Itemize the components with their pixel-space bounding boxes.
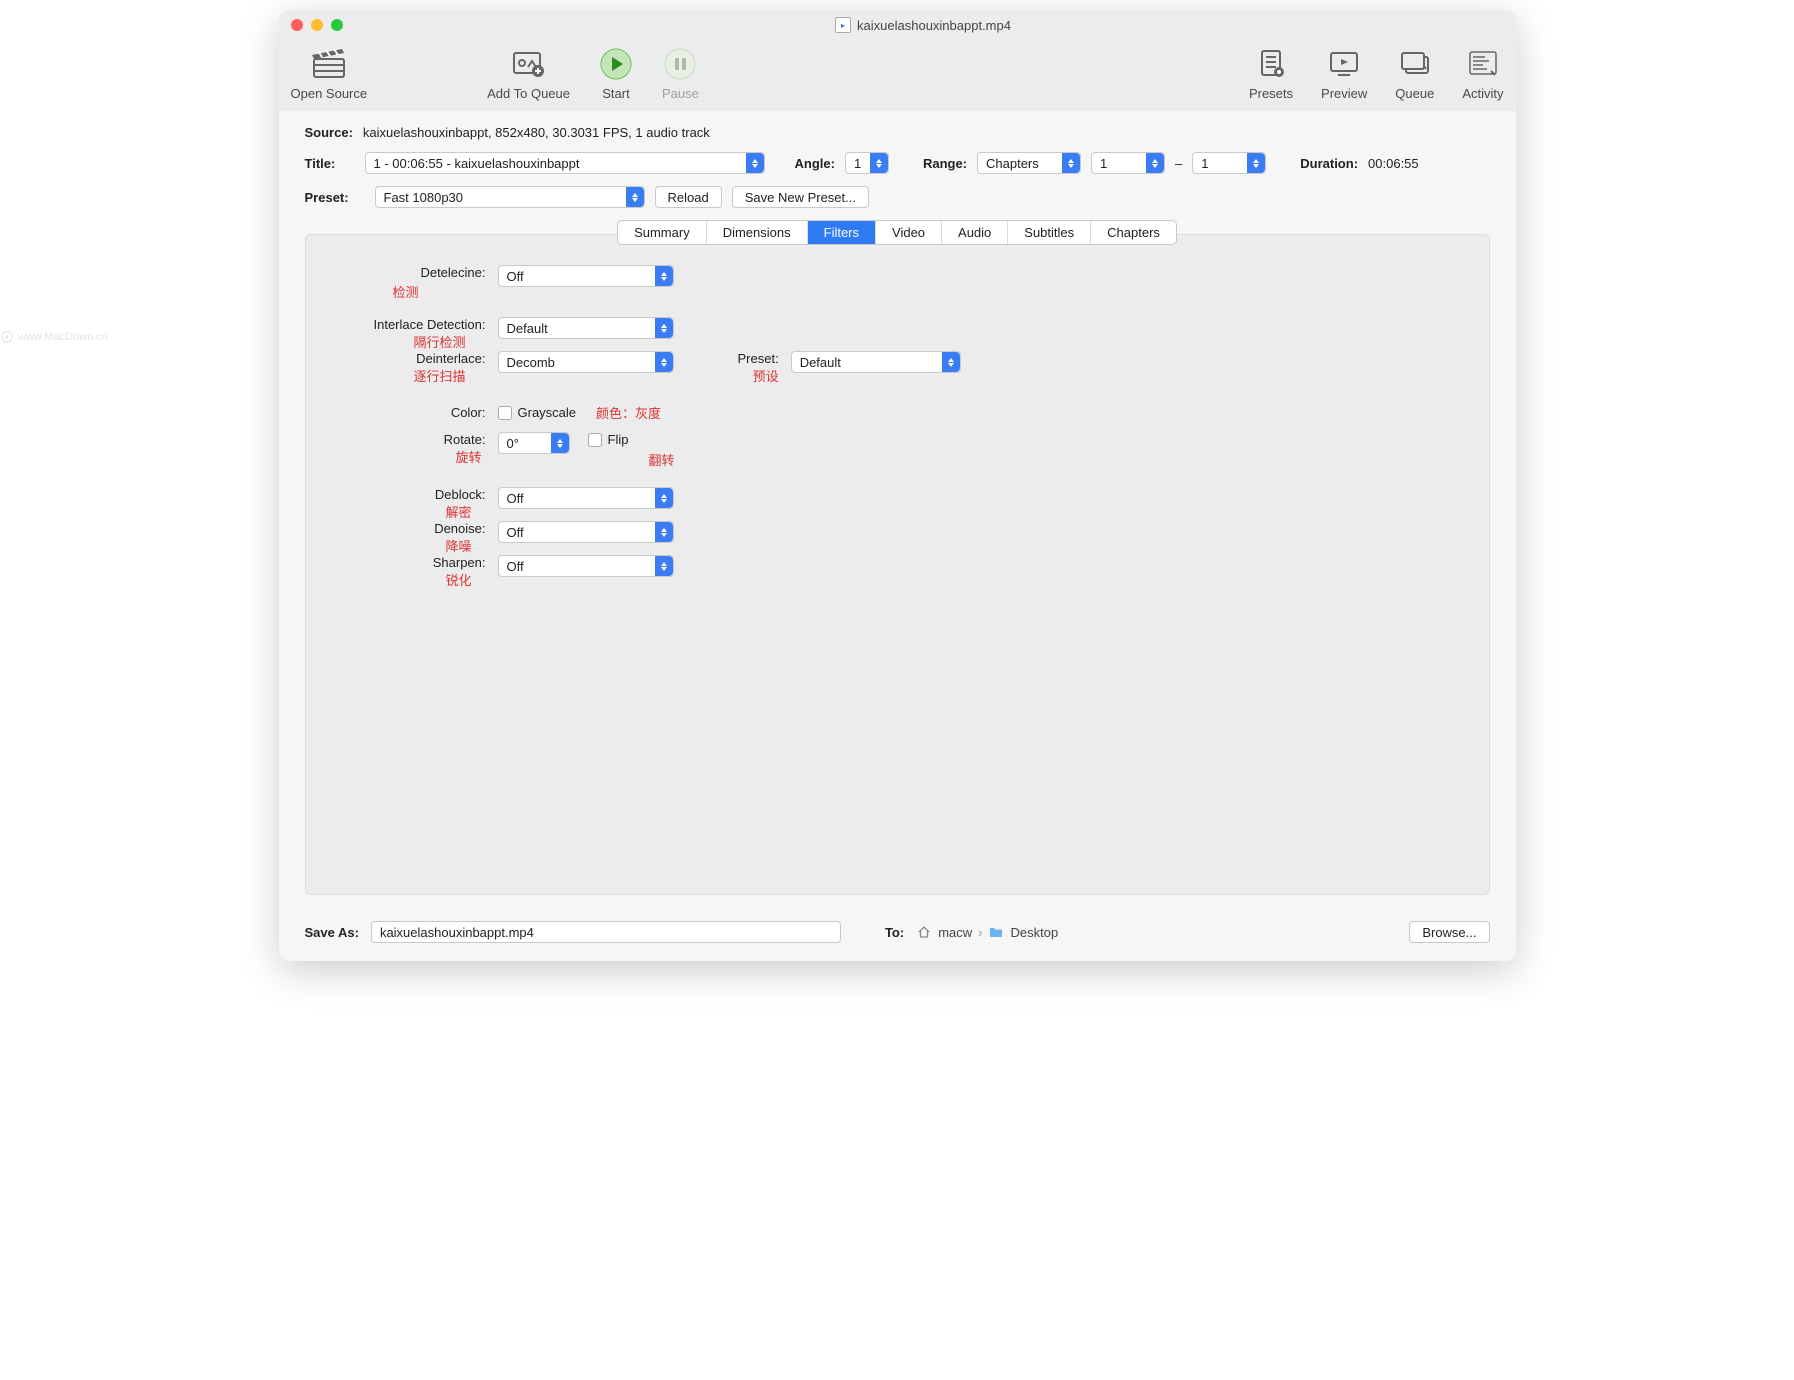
deinterlace-label: Deinterlace: <box>326 351 486 366</box>
deint-preset-label: Preset: <box>738 351 779 366</box>
pause-button: Pause <box>662 46 699 101</box>
tab-summary[interactable]: Summary <box>618 221 707 244</box>
folder-icon <box>988 924 1004 940</box>
activity-button[interactable]: Activity <box>1462 46 1503 101</box>
tab-chapters[interactable]: Chapters <box>1091 221 1176 244</box>
preview-button[interactable]: Preview <box>1321 46 1367 101</box>
grayscale-checkbox[interactable] <box>498 406 512 420</box>
titlebar: ▸ kaixuelashouxinbappt.mp4 <box>279 10 1516 40</box>
deinterlace-annot: 逐行扫描 <box>326 366 486 385</box>
denoise-label: Denoise: <box>326 521 486 536</box>
minimize-window-button[interactable] <box>311 19 323 31</box>
deblock-select[interactable]: Off <box>498 487 674 509</box>
flip-annot: 翻转 <box>648 450 674 469</box>
tab-dimensions[interactable]: Dimensions <box>707 221 808 244</box>
preview-icon <box>1326 46 1362 82</box>
clapperboard-icon <box>311 46 347 82</box>
queue-icon <box>1397 46 1433 82</box>
interlace-det-select[interactable]: Default <box>498 317 674 339</box>
tab-bar: Summary Dimensions Filters Video Audio S… <box>617 220 1177 245</box>
range-from-select[interactable]: 1 <box>1091 152 1165 174</box>
rotate-label: Rotate: <box>326 432 486 447</box>
color-label: Color: <box>326 405 486 420</box>
preset-label: Preset: <box>305 190 365 205</box>
angle-select[interactable]: 1 <box>845 152 889 174</box>
range-label: Range: <box>923 156 967 171</box>
sharpen-label: Sharpen: <box>326 555 486 570</box>
to-label: To: <box>885 925 904 940</box>
range-dash: – <box>1175 156 1182 171</box>
duration-value: 00:06:55 <box>1368 156 1419 171</box>
grayscale-label: Grayscale <box>518 405 577 420</box>
duration-label: Duration: <box>1300 156 1358 171</box>
zoom-window-button[interactable] <box>331 19 343 31</box>
presets-icon <box>1253 46 1289 82</box>
tab-subtitles[interactable]: Subtitles <box>1008 221 1091 244</box>
add-queue-icon <box>511 46 547 82</box>
rotate-annot: 旋转 <box>326 447 486 466</box>
detelecine-select[interactable]: Off <box>498 265 674 287</box>
tab-audio[interactable]: Audio <box>942 221 1008 244</box>
destination-path[interactable]: macw › Desktop <box>916 924 1058 940</box>
detelecine-annot: 检测 <box>326 282 486 301</box>
rotate-select[interactable]: 0° <box>498 432 570 454</box>
title-label: Title: <box>305 156 355 171</box>
tab-filters[interactable]: Filters <box>808 221 876 244</box>
deinterlace-select[interactable]: Decomb <box>498 351 674 373</box>
deint-preset-select[interactable]: Default <box>791 351 961 373</box>
save-new-preset-button[interactable]: Save New Preset... <box>732 186 869 208</box>
interlace-det-label: Interlace Detection: <box>326 317 486 332</box>
denoise-select[interactable]: Off <box>498 521 674 543</box>
start-button[interactable]: Start <box>598 46 634 101</box>
home-icon <box>916 924 932 940</box>
title-select[interactable]: 1 - 00:06:55 - kaixuelashouxinbappt <box>365 152 765 174</box>
presets-button[interactable]: Presets <box>1249 46 1293 101</box>
flip-checkbox[interactable] <box>588 433 602 447</box>
queue-button[interactable]: Queue <box>1395 46 1434 101</box>
range-to-select[interactable]: 1 <box>1192 152 1266 174</box>
reload-button[interactable]: Reload <box>655 186 722 208</box>
open-source-button[interactable]: Open Source <box>291 46 368 101</box>
filters-panel: Detelecine: 检测 Off Interlace Detection: … <box>305 234 1490 895</box>
flip-label: Flip <box>608 432 629 447</box>
tab-video[interactable]: Video <box>876 221 942 244</box>
detelecine-label: Detelecine: <box>326 265 486 280</box>
deblock-label: Deblock: <box>326 487 486 502</box>
source-label: Source: <box>305 125 353 140</box>
add-to-queue-button[interactable]: Add To Queue <box>487 46 570 101</box>
play-icon <box>598 46 634 82</box>
file-icon: ▸ <box>835 17 851 33</box>
save-as-label: Save As: <box>305 925 359 940</box>
toolbar: Open Source Add To Queue Start P <box>279 40 1516 111</box>
browse-button[interactable]: Browse... <box>1409 921 1489 943</box>
preset-select[interactable]: Fast 1080p30 <box>375 186 645 208</box>
close-window-button[interactable] <box>291 19 303 31</box>
window-title: ▸ kaixuelashouxinbappt.mp4 <box>343 17 1504 33</box>
color-annot: 颜色：灰度 <box>596 403 661 422</box>
pause-icon <box>662 46 698 82</box>
save-as-input[interactable]: kaixuelashouxinbappt.mp4 <box>371 921 841 943</box>
activity-icon <box>1465 46 1501 82</box>
deint-preset-annot: 预设 <box>738 366 779 385</box>
sharpen-annot: 锐化 <box>326 570 486 589</box>
source-value: kaixuelashouxinbappt, 852x480, 30.3031 F… <box>363 125 710 140</box>
angle-label: Angle: <box>795 156 835 171</box>
sharpen-select[interactable]: Off <box>498 555 674 577</box>
range-mode-select[interactable]: Chapters <box>977 152 1081 174</box>
